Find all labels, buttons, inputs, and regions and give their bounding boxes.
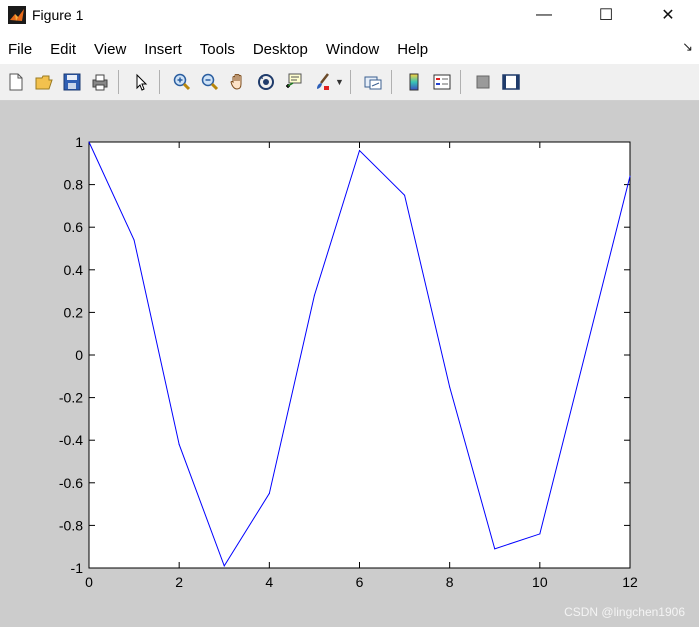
menu-help[interactable]: Help — [397, 41, 428, 58]
show-plot-tools-icon[interactable] — [499, 70, 523, 94]
toolbar-separator — [159, 70, 160, 94]
data-point — [629, 175, 631, 177]
y-tick-label: -0.2 — [59, 390, 83, 406]
legend-icon[interactable] — [430, 70, 454, 94]
data-point — [223, 565, 225, 567]
menu-tools[interactable]: Tools — [200, 41, 235, 58]
colorbar-icon[interactable] — [402, 70, 426, 94]
minimize-button[interactable]: — — [513, 0, 575, 30]
y-tick-label: 0.2 — [64, 304, 84, 320]
zoom-out-icon[interactable] — [198, 70, 222, 94]
dock-arrow-icon[interactable]: ↘ — [682, 39, 693, 55]
x-tick-label: 12 — [622, 574, 638, 590]
toolbar-separator — [118, 70, 119, 94]
window-controls: — ☐ ✕ — [513, 0, 699, 30]
y-tick-label: -0.4 — [59, 432, 83, 448]
data-point — [133, 239, 135, 241]
brush-icon[interactable] — [310, 70, 334, 94]
watermark: CSDN @lingchen1906 — [564, 605, 685, 619]
x-tick-label: 4 — [265, 574, 273, 590]
x-tick-label: 8 — [446, 574, 454, 590]
new-figure-icon[interactable] — [4, 70, 28, 94]
link-plot-icon[interactable] — [361, 70, 385, 94]
menu-insert[interactable]: Insert — [144, 41, 182, 58]
y-tick-label: -0.8 — [59, 517, 83, 533]
save-icon[interactable] — [60, 70, 84, 94]
close-button[interactable]: ✕ — [637, 0, 699, 30]
brush-dropdown-icon[interactable]: ▼ — [335, 77, 344, 87]
hide-plot-tools-icon[interactable] — [471, 70, 495, 94]
edit-plot-arrow-icon[interactable] — [129, 70, 153, 94]
menu-bar: File Edit View Insert Tools Desktop Wind… — [0, 36, 699, 62]
data-point — [404, 194, 406, 196]
data-point — [88, 141, 90, 143]
y-tick-label: 0 — [75, 347, 83, 363]
data-point — [449, 386, 451, 388]
rotate-3d-icon[interactable] — [254, 70, 278, 94]
toolbar-separator — [349, 70, 351, 94]
toolbar-separator — [459, 70, 461, 94]
data-point — [494, 548, 496, 550]
menu-edit[interactable]: Edit — [50, 41, 76, 58]
data-point — [539, 533, 541, 535]
data-point — [584, 354, 586, 356]
minimize-icon: — — [536, 6, 552, 23]
menu-file[interactable]: File — [8, 41, 32, 58]
maximize-button[interactable]: ☐ — [575, 0, 637, 30]
x-tick-label: 0 — [85, 574, 93, 590]
pan-hand-icon[interactable] — [226, 70, 250, 94]
zoom-in-icon[interactable] — [170, 70, 194, 94]
y-tick-label: 0.8 — [64, 177, 84, 193]
figure-toolbar: ▼ — [0, 64, 699, 101]
y-tick-label: 1 — [75, 134, 83, 150]
title-bar: Figure 1 — ☐ ✕ — [0, 0, 699, 30]
close-icon: ✕ — [661, 7, 675, 24]
data-point — [313, 294, 315, 296]
figure-canvas: -1 -0.8 -0.6 -0.4 -0.2 0 0.2 0.4 0.6 0.8 1 0 2 4 6 8 10… — [0, 101, 699, 627]
data-point — [178, 443, 180, 445]
x-tick-label: 2 — [175, 574, 183, 590]
maximize-icon: ☐ — [598, 7, 614, 24]
menu-view[interactable]: View — [94, 41, 126, 58]
toolbar-separator — [390, 70, 392, 94]
x-tick-label: 6 — [356, 574, 364, 590]
line-plot[interactable]: -1 -0.8 -0.6 -0.4 -0.2 0 0.2 0.4 0.6 0.8 1 0 2 4 6 8 10… — [0, 101, 699, 627]
y-tick-label: 0.4 — [64, 262, 84, 278]
y-tick-label: 0.6 — [64, 219, 84, 235]
data-point — [359, 150, 360, 152]
axes-background — [88, 141, 631, 569]
window-title: Figure 1 — [32, 7, 84, 23]
menu-desktop[interactable]: Desktop — [253, 41, 308, 58]
x-tick-label: 10 — [532, 574, 548, 590]
matlab-logo-icon — [8, 6, 26, 24]
print-icon[interactable] — [88, 70, 112, 94]
y-tick-label: -1 — [71, 560, 84, 576]
y-tick-label: -0.6 — [59, 475, 83, 491]
data-point — [268, 492, 270, 494]
data-cursor-icon[interactable] — [282, 70, 306, 94]
open-file-icon[interactable] — [32, 70, 56, 94]
menu-window[interactable]: Window — [326, 41, 379, 58]
